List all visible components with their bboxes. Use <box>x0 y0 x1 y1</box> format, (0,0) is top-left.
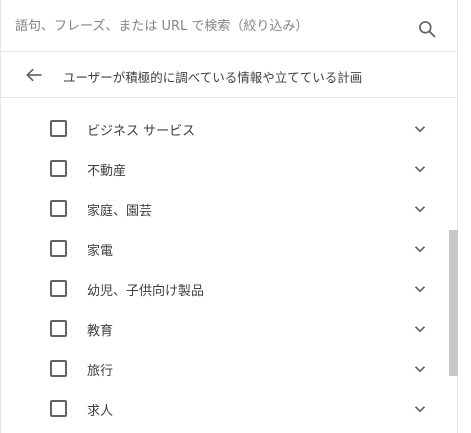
search-bar <box>1 0 457 52</box>
chevron-down-icon[interactable] <box>411 240 429 258</box>
scrollbar-thumb[interactable] <box>449 230 458 376</box>
list-item[interactable]: 幼児、子供向け製品 <box>1 268 447 308</box>
section-title: ユーザーが積極的に調べている情報や立てている計画 <box>63 70 363 85</box>
chevron-down-icon[interactable] <box>411 280 429 298</box>
list-item[interactable]: 教育 <box>1 308 447 348</box>
list-item-label: 旅行 <box>87 364 114 379</box>
checkbox[interactable] <box>50 320 67 337</box>
list-item[interactable]: ビジネス サービス <box>1 108 447 148</box>
list-item-label: ビジネス サービス <box>87 124 196 139</box>
list-item-label: 不動産 <box>87 164 127 179</box>
audience-segment-panel: ユーザーが積極的に調べている情報や立てている計画 ビジネス サービス 不動産 家… <box>0 0 458 433</box>
checkbox[interactable] <box>50 200 67 217</box>
list-item[interactable]: 旅行 <box>1 348 447 388</box>
chevron-down-icon[interactable] <box>411 120 429 138</box>
arrow-left-icon[interactable] <box>23 65 45 85</box>
checkbox[interactable] <box>50 360 67 377</box>
search-input[interactable] <box>15 12 395 40</box>
breadcrumb-header: ユーザーが積極的に調べている情報や立てている計画 <box>1 52 457 98</box>
list-item[interactable]: 求人 <box>1 388 447 428</box>
list-item-label: 幼児、子供向け製品 <box>87 284 205 299</box>
chevron-down-icon[interactable] <box>411 400 429 418</box>
list-item[interactable]: 不動産 <box>1 148 447 188</box>
list-item-label: 教育 <box>87 324 114 339</box>
chevron-down-icon[interactable] <box>411 360 429 378</box>
list-item-label: 家電 <box>87 244 114 259</box>
list-item[interactable]: 家電 <box>1 228 447 268</box>
list-item-label: 家庭、園芸 <box>87 204 153 219</box>
checkbox[interactable] <box>50 120 67 137</box>
checkbox[interactable] <box>50 160 67 177</box>
chevron-down-icon[interactable] <box>411 320 429 338</box>
checkbox[interactable] <box>50 280 67 297</box>
chevron-down-icon[interactable] <box>411 200 429 218</box>
search-icon[interactable] <box>417 19 437 39</box>
list-item[interactable]: 家庭、園芸 <box>1 188 447 228</box>
list-item-label: 求人 <box>87 404 114 419</box>
checkbox[interactable] <box>50 400 67 417</box>
chevron-down-icon[interactable] <box>411 160 429 178</box>
checkbox[interactable] <box>50 240 67 257</box>
